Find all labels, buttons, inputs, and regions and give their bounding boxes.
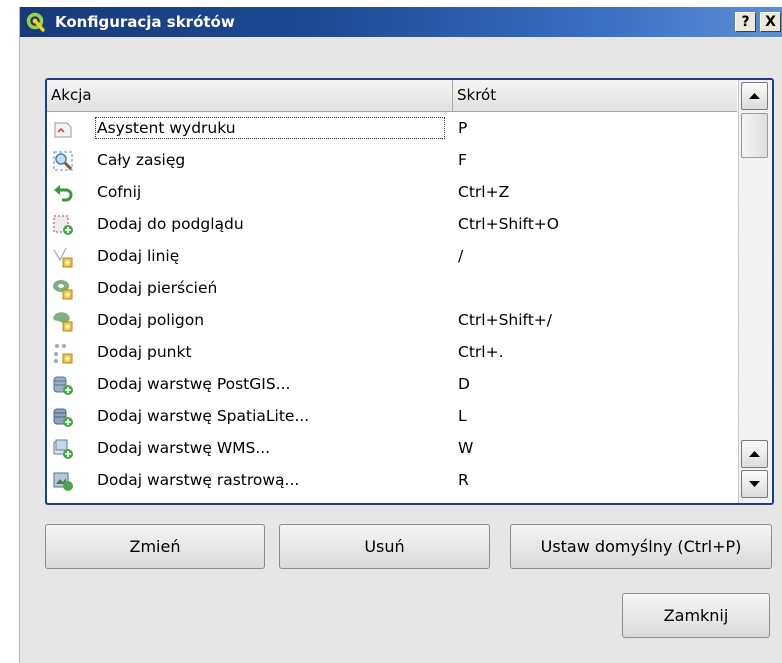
add-wms-layer-icon (53, 439, 73, 459)
table-row[interactable]: Dodaj warstwę WMS... W (47, 432, 737, 464)
add-point-icon (54, 344, 73, 364)
add-spatialite-layer-icon (53, 408, 73, 427)
add-ring-icon (53, 280, 73, 300)
change-button[interactable]: Zmień (45, 524, 265, 569)
column-header-action[interactable]: Akcja (47, 80, 452, 111)
table-row[interactable]: Asystent wydruku P (47, 112, 737, 144)
table-row[interactable]: Dodaj poligon Ctrl+Shift+/ (47, 304, 737, 336)
table-row[interactable]: Dodaj pierścień (47, 272, 737, 304)
table-row[interactable]: Dodaj punkt Ctrl+. (47, 336, 737, 368)
undo-icon (54, 185, 73, 202)
add-postgis-layer-icon (53, 376, 73, 395)
set-default-button[interactable]: Ustaw domyślny (Ctrl+P) (510, 524, 772, 569)
qgis-logo-icon (26, 12, 45, 32)
vertical-scrollbar[interactable] (738, 80, 772, 503)
table-row[interactable]: Dodaj linię / (47, 240, 737, 272)
zoom-full-icon (53, 151, 73, 171)
table-header: Akcja Skrót (47, 80, 737, 112)
title-bar: Konfiguracja skrótów ? X (20, 7, 782, 37)
arrow-down-icon (749, 481, 760, 487)
table-row[interactable]: Dodaj warstwę PostGIS... D (47, 368, 737, 400)
dialog-title: Konfiguracja skrótów (55, 13, 235, 31)
table-row[interactable]: Cały zasięg F (47, 144, 737, 176)
arrow-up-icon (749, 451, 760, 457)
table-row[interactable]: Dodaj warstwę SpatiaLite... L (47, 400, 737, 432)
table-row[interactable]: Dodaj warstwę rastrową... R (47, 464, 737, 496)
column-header-shortcut[interactable]: Skrót (453, 80, 737, 111)
add-to-overview-icon (53, 215, 73, 235)
add-line-icon (53, 247, 73, 268)
remove-button[interactable]: Usuń (279, 524, 490, 569)
scroll-up-button[interactable] (741, 82, 768, 110)
scrollbar-thumb[interactable] (741, 113, 768, 158)
table-body: Asystent wydruku P Cały zasięg F Cofnij … (47, 112, 737, 503)
add-polygon-icon (53, 312, 73, 332)
table-row[interactable]: Cofnij Ctrl+Z (47, 176, 737, 208)
scroll-down-button[interactable] (741, 470, 768, 498)
scroll-up-button-lower[interactable] (741, 440, 768, 468)
close-window-button[interactable]: X (760, 12, 781, 32)
shortcuts-dialog: Konfiguracja skrótów ? X Akcja Skrót Asy… (19, 7, 782, 663)
shortcuts-table: Akcja Skrót Asystent wydruku P Cały zasi (45, 78, 774, 505)
table-row[interactable]: Dodaj do podglądu Ctrl+Shift+O (47, 208, 737, 240)
add-raster-layer-icon (53, 472, 73, 491)
help-button[interactable]: ? (735, 12, 756, 32)
print-composer-icon (54, 122, 72, 138)
arrow-up-icon (749, 93, 760, 99)
close-button[interactable]: Zamknij (622, 593, 770, 638)
